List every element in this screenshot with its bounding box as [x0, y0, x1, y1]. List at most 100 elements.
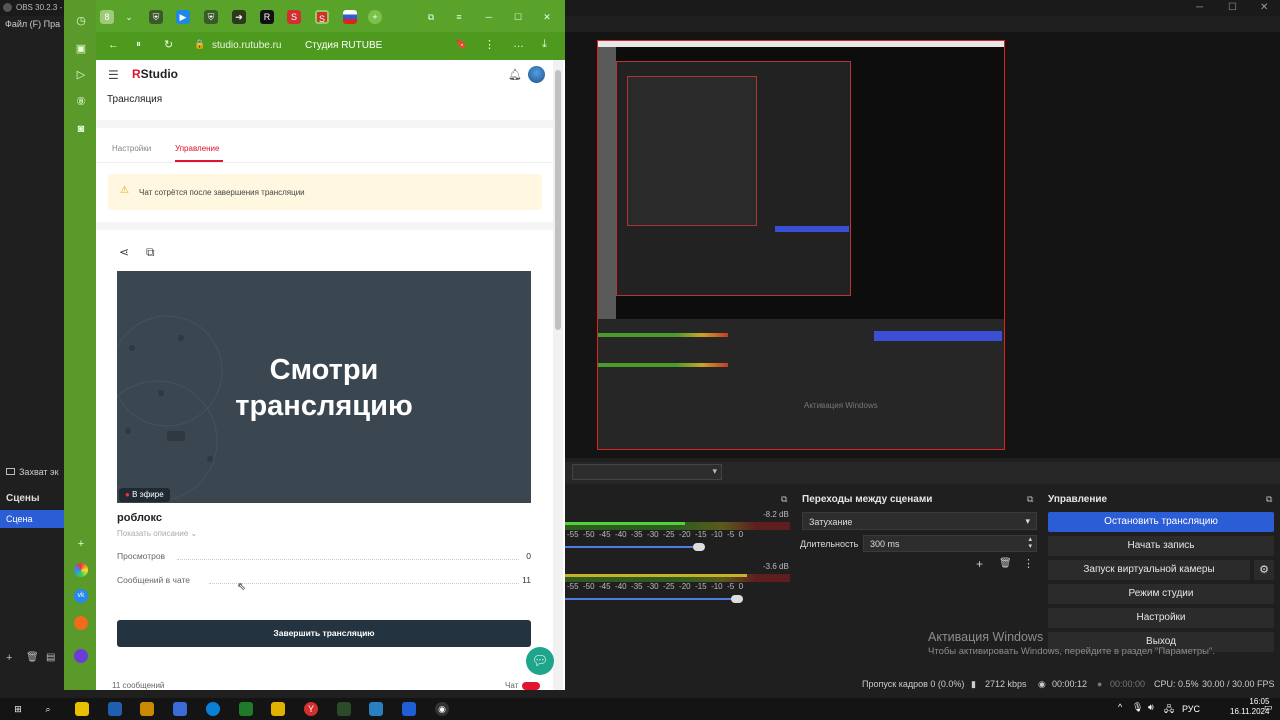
- tab-r-icon[interactable]: R: [260, 10, 274, 24]
- undock-icon[interactable]: ⧉: [1027, 494, 1033, 505]
- tab-s-icon[interactable]: S: [287, 10, 301, 24]
- menu-icon[interactable]: ≡: [452, 10, 466, 24]
- track1-volume-slider[interactable]: [565, 546, 703, 548]
- bell-icon[interactable]: 🔔︎: [508, 68, 522, 81]
- app-icon[interactable]: ⑧: [74, 95, 88, 109]
- external-link-icon[interactable]: ⧉: [146, 245, 155, 260]
- tab-flag-icon[interactable]: [343, 10, 357, 24]
- protect-icon[interactable]: ⏸: [136, 39, 141, 50]
- app-icon[interactable]: [140, 702, 154, 716]
- filter-scene-icon[interactable]: ▤: [46, 652, 55, 663]
- add-scene-icon[interactable]: +: [6, 652, 12, 664]
- settings-button[interactable]: Настройки: [1048, 608, 1274, 628]
- folder-icon[interactable]: [271, 702, 285, 716]
- notes-icon[interactable]: [75, 702, 89, 716]
- reload-icon[interactable]: ↻: [164, 38, 173, 51]
- maximize-icon[interactable]: ☐: [1228, 2, 1237, 13]
- tab-active-icon[interactable]: 8: [100, 10, 114, 24]
- back-icon[interactable]: ←: [108, 39, 119, 51]
- messenger-icon[interactable]: [74, 649, 88, 663]
- share-icon[interactable]: ⋖: [119, 245, 129, 259]
- app-icon[interactable]: [173, 702, 187, 716]
- studio-mode-button[interactable]: Режим студии: [1048, 584, 1274, 604]
- network-icon[interactable]: 🖧: [1164, 702, 1174, 718]
- obs-taskbar-icon[interactable]: ◉: [435, 702, 449, 716]
- obs-title: OBS 30.2.3 - Профиль: Без названия - Сце…: [16, 3, 62, 12]
- screenshot-icon[interactable]: ◙: [74, 122, 88, 136]
- app-icon[interactable]: [402, 702, 416, 716]
- signal-icon: ▮: [971, 679, 976, 689]
- volume-icon[interactable]: 🔊︎: [1148, 702, 1154, 713]
- start-recording-button[interactable]: Начать запись: [1048, 536, 1274, 556]
- add-transition-icon[interactable]: +: [976, 557, 983, 571]
- virtual-camera-button[interactable]: Запуск виртуальной камеры: [1048, 560, 1250, 580]
- download-icon[interactable]: ⤓: [542, 38, 547, 51]
- tab-forward-icon[interactable]: ➜: [232, 10, 246, 24]
- app-icon[interactable]: [337, 702, 351, 716]
- spin-icon[interactable]: ▴ ▾: [1028, 536, 1032, 550]
- vk-icon[interactable]: vk: [74, 589, 88, 603]
- remove-transition-icon[interactable]: 🗑: [999, 558, 1012, 569]
- search-icon[interactable]: ⌕: [41, 702, 55, 716]
- stop-streaming-button[interactable]: Остановить трансляцию: [1048, 512, 1274, 532]
- rutube-studio-logo[interactable]: RStudio: [132, 67, 178, 81]
- tab-manager-icon[interactable]: ⧉: [424, 10, 438, 24]
- app-icon[interactable]: [108, 702, 122, 716]
- source-dropdown[interactable]: ▾: [572, 464, 722, 480]
- bookmark-icon[interactable]: 🔖: [455, 39, 467, 50]
- page-scrollbar-thumb[interactable]: [555, 70, 561, 330]
- page-title: Трансляция: [107, 94, 163, 105]
- tab-settings[interactable]: Настройки: [112, 144, 151, 153]
- tab-shield-icon[interactable]: ⛨: [149, 10, 163, 24]
- mic-icon[interactable]: 🎙︎: [1132, 702, 1143, 713]
- video-icon[interactable]: ▷: [74, 68, 88, 82]
- add-panel-icon[interactable]: +: [74, 537, 88, 551]
- avatar[interactable]: [528, 66, 545, 83]
- maximize-icon[interactable]: ☐: [511, 10, 525, 24]
- notification-icon[interactable]: ▭: [1264, 702, 1273, 713]
- obs-preview-canvas[interactable]: Активация Windows: [597, 40, 1005, 450]
- minimize-icon[interactable]: ─: [482, 10, 496, 24]
- chat-toggle[interactable]: [522, 682, 540, 690]
- show-description-link[interactable]: Показать описание ⌄: [117, 529, 197, 538]
- tray-chevron-icon[interactable]: ^: [1118, 702, 1122, 712]
- undock-icon[interactable]: ⧉: [781, 494, 787, 505]
- track1-volume-handle[interactable]: [693, 543, 705, 551]
- alice-icon[interactable]: [74, 563, 88, 577]
- address-url[interactable]: studio.rutube.ru: [212, 40, 282, 51]
- scene-item[interactable]: Сцена: [0, 510, 64, 528]
- track2-volume-slider[interactable]: [565, 598, 741, 600]
- tab-s-icon[interactable]: S: [315, 10, 329, 24]
- more-icon[interactable]: ⋮: [1023, 557, 1034, 570]
- more-icon[interactable]: ⋮: [484, 38, 495, 51]
- transition-select[interactable]: Затухание ▾: [802, 512, 1037, 530]
- yandex-browser-icon[interactable]: Y: [304, 702, 318, 716]
- gear-icon[interactable]: ⚙: [1254, 560, 1274, 580]
- track2-volume-handle[interactable]: [731, 595, 743, 603]
- remove-scene-icon[interactable]: 🗑: [26, 652, 39, 663]
- minimize-icon[interactable]: ─: [1196, 2, 1203, 13]
- start-icon[interactable]: ⊞: [11, 702, 25, 716]
- tab-play-icon[interactable]: ▶: [176, 10, 190, 24]
- undock-icon[interactable]: ⧉: [1266, 494, 1272, 505]
- app-icon[interactable]: [369, 702, 383, 716]
- tab-shield-icon[interactable]: ⛨: [204, 10, 218, 24]
- extensions-icon[interactable]: …: [513, 38, 524, 50]
- duration-input[interactable]: 300 ms ▴ ▾: [863, 535, 1037, 552]
- tab-dropdown-icon[interactable]: ⌄: [122, 10, 136, 24]
- history-icon[interactable]: ◷: [74, 14, 88, 28]
- edge-icon[interactable]: [206, 702, 220, 716]
- tab-manage[interactable]: Управление: [175, 144, 219, 153]
- chat-fab-icon[interactable]: 💬︎: [526, 647, 554, 675]
- language-indicator[interactable]: РУС: [1182, 704, 1200, 714]
- collections-icon[interactable]: ▣: [74, 42, 88, 56]
- hamburger-menu-icon[interactable]: ☰: [108, 68, 119, 82]
- app-icon[interactable]: [239, 702, 253, 716]
- menu-file[interactable]: Файл (F) Пра: [5, 19, 60, 29]
- end-stream-button[interactable]: Завершить трансляцию: [117, 620, 531, 647]
- close-icon[interactable]: ✕: [1260, 2, 1268, 13]
- new-tab-icon[interactable]: +: [368, 10, 382, 24]
- ok-icon[interactable]: [74, 616, 88, 630]
- close-icon[interactable]: ✕: [540, 10, 554, 24]
- obs-menubar[interactable]: Файл (F) Пра: [0, 16, 64, 32]
